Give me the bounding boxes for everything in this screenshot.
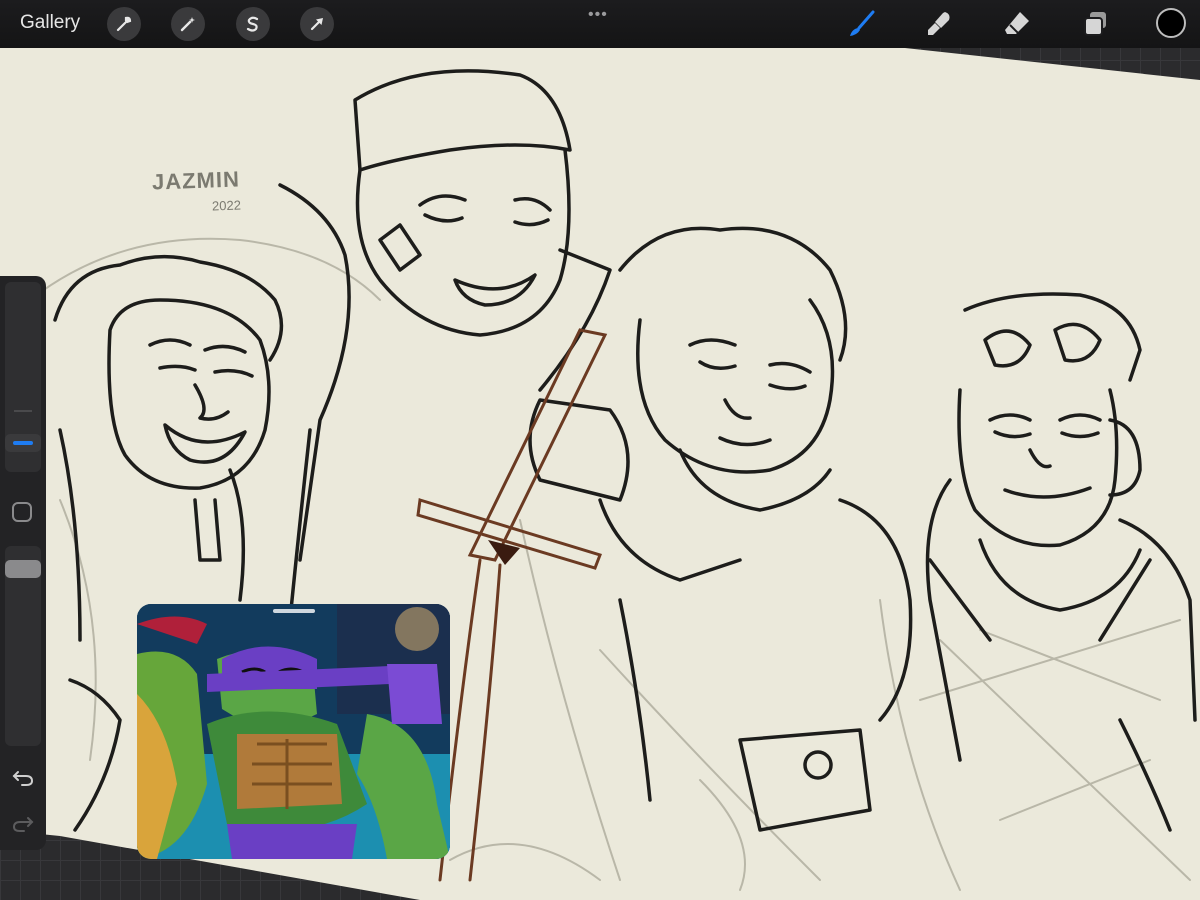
reference-image (137, 604, 450, 859)
current-color-swatch[interactable] (1156, 8, 1186, 38)
redo-icon[interactable] (10, 810, 36, 836)
undo-icon[interactable] (10, 764, 36, 790)
actions-wrench-icon[interactable] (107, 7, 141, 41)
top-toolbar: Gallery ••• (0, 0, 1200, 48)
opacity-handle[interactable] (5, 560, 41, 578)
transform-arrow-icon[interactable] (300, 7, 334, 41)
brush-size-handle[interactable] (5, 434, 41, 452)
modify-button[interactable] (12, 502, 32, 522)
left-sidebar (0, 276, 46, 850)
artist-signature-year: 2022 (211, 197, 242, 214)
adjustments-wand-icon[interactable] (171, 7, 205, 41)
layers-icon[interactable] (1078, 7, 1112, 41)
brush-size-tick (14, 410, 32, 412)
brush-icon[interactable] (845, 7, 879, 41)
smudge-icon[interactable] (922, 7, 956, 41)
artist-signature: JAZMIN (151, 166, 241, 195)
reference-window-grab-handle[interactable] (273, 609, 315, 613)
more-menu-icon[interactable]: ••• (588, 6, 608, 24)
gallery-button[interactable]: Gallery (20, 12, 80, 34)
brush-size-active-indicator (13, 441, 33, 445)
eraser-icon[interactable] (1000, 7, 1034, 41)
selection-s-icon[interactable] (236, 7, 270, 41)
reference-window[interactable] (137, 604, 450, 859)
